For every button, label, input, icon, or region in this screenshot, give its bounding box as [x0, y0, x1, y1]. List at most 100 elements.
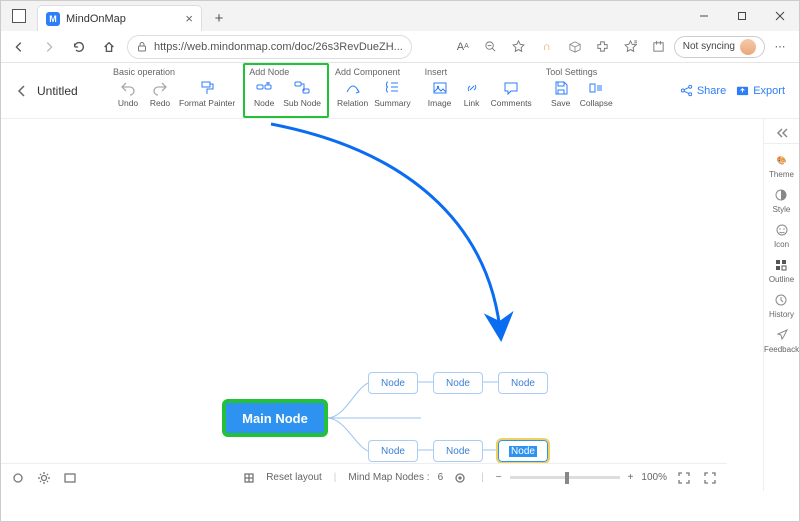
- nodes-count-label: Mind Map Nodes :: [348, 472, 429, 483]
- brightness-icon[interactable]: [35, 469, 53, 487]
- browser-titlebar: M MindOnMap × +: [1, 1, 799, 31]
- save-button[interactable]: Save: [546, 79, 576, 108]
- main-node[interactable]: Main Node: [223, 400, 327, 436]
- insert-image-button[interactable]: Image: [425, 79, 455, 108]
- panel-theme[interactable]: 🎨Theme: [769, 152, 794, 179]
- summary-button[interactable]: Summary: [372, 79, 412, 108]
- tab-active[interactable]: M MindOnMap ×: [37, 5, 202, 31]
- panel-feedback[interactable]: Feedback: [764, 327, 799, 354]
- collections-icon[interactable]: [646, 35, 672, 59]
- sub-node[interactable]: Node: [433, 440, 483, 462]
- relation-button[interactable]: Relation: [335, 79, 370, 108]
- group-label-insert: Insert: [425, 67, 534, 77]
- sub-node[interactable]: Node: [433, 372, 483, 394]
- sub-node[interactable]: Node: [368, 372, 418, 394]
- zoom-slider[interactable]: [510, 470, 620, 486]
- insert-link-button[interactable]: Link: [457, 79, 487, 108]
- theme-toggle-icon[interactable]: [9, 469, 27, 487]
- share-button[interactable]: Share: [680, 84, 726, 97]
- favicon-icon: M: [46, 12, 60, 26]
- maximize-button[interactable]: [723, 1, 761, 31]
- format-painter-button[interactable]: Format Painter: [177, 79, 237, 108]
- group-insert: Insert Image Link Comments: [419, 63, 540, 118]
- tab-title: MindOnMap: [66, 13, 179, 25]
- sub-node[interactable]: Node: [498, 372, 548, 394]
- reset-layout-icon[interactable]: [240, 469, 258, 487]
- workspace: Main Node Node Node Node Node Node Node …: [1, 119, 799, 491]
- tab-strip: M MindOnMap × +: [37, 1, 685, 31]
- sync-label: Not syncing: [683, 41, 735, 52]
- group-basic-operation: Basic operation Undo Redo Format Painter: [107, 63, 243, 118]
- sub-node[interactable]: Node: [368, 440, 418, 462]
- undo-button[interactable]: Undo: [113, 79, 143, 108]
- sub-node-selected[interactable]: Node: [498, 440, 548, 462]
- zoom-value: 100%: [641, 472, 667, 483]
- status-bar: Reset layout | Mind Map Nodes : 6 | − + …: [1, 463, 727, 491]
- window-controls: [685, 1, 799, 31]
- panel-outline[interactable]: Outline: [769, 257, 794, 284]
- fullscreen-icon[interactable]: [701, 469, 719, 487]
- close-window-button[interactable]: [761, 1, 799, 31]
- favorites-list-icon[interactable]: [618, 35, 644, 59]
- group-add-node: Add Node Node Sub Node: [243, 63, 329, 118]
- favorite-icon[interactable]: [506, 35, 532, 59]
- app-toolbar: Untitled Basic operation Undo Redo Forma…: [1, 63, 799, 119]
- refresh-button[interactable]: [67, 35, 91, 59]
- lock-icon: [136, 41, 148, 53]
- home-button[interactable]: [97, 35, 121, 59]
- center-icon[interactable]: [451, 469, 469, 487]
- url-text: https://web.mindonmap.com/doc/26s3RevDue…: [154, 41, 403, 53]
- app-back-button[interactable]: [7, 63, 37, 118]
- headphones-icon[interactable]: ∩: [534, 35, 560, 59]
- collapse-button[interactable]: Collapse: [578, 79, 615, 108]
- theme-icon: 🎨: [774, 152, 790, 168]
- fit-icon[interactable]: [675, 469, 693, 487]
- avatar-icon: [740, 39, 756, 55]
- smile-icon: [774, 222, 790, 238]
- document-title[interactable]: Untitled: [37, 63, 107, 118]
- right-panel: 🎨Theme Style Icon Outline History Feedba…: [763, 119, 799, 491]
- style-icon: [773, 187, 789, 203]
- browser-toolbar: https://web.mindonmap.com/doc/26s3RevDue…: [1, 31, 799, 63]
- new-tab-button[interactable]: +: [206, 5, 232, 31]
- zoom-plus[interactable]: +: [628, 472, 634, 483]
- group-label-add-node: Add Node: [249, 67, 323, 77]
- close-icon[interactable]: ×: [185, 11, 193, 26]
- panel-icon[interactable]: Icon: [774, 222, 790, 249]
- panel-style[interactable]: Style: [773, 187, 791, 214]
- feedback-icon: [774, 327, 790, 343]
- profile-sync-button[interactable]: Not syncing: [674, 36, 765, 58]
- zoom-out-icon[interactable]: [478, 35, 504, 59]
- back-button[interactable]: [7, 35, 31, 59]
- group-label-basic: Basic operation: [113, 67, 237, 77]
- redo-button[interactable]: Redo: [145, 79, 175, 108]
- outline-icon: [773, 257, 789, 273]
- insert-comments-button[interactable]: Comments: [489, 79, 534, 108]
- chevron-double-left-icon: [775, 127, 789, 139]
- address-bar[interactable]: https://web.mindonmap.com/doc/26s3RevDue…: [127, 35, 412, 59]
- zoom-minus[interactable]: −: [496, 472, 502, 483]
- forward-button[interactable]: [37, 35, 61, 59]
- text-size-icon[interactable]: AA: [450, 35, 476, 59]
- nodes-count-value: 6: [438, 472, 444, 483]
- add-node-button[interactable]: Node: [249, 79, 279, 108]
- cube-icon[interactable]: [562, 35, 588, 59]
- menu-button[interactable]: ⋯: [767, 35, 793, 59]
- group-add-component: Add Component Relation Summary: [329, 63, 419, 118]
- map-icon[interactable]: [61, 469, 79, 487]
- minimize-button[interactable]: [685, 1, 723, 31]
- reset-layout-label[interactable]: Reset layout: [266, 472, 322, 483]
- share-icon: [680, 84, 693, 97]
- add-sub-node-button[interactable]: Sub Node: [281, 79, 323, 108]
- group-label-tool: Tool Settings: [546, 67, 615, 77]
- group-tool-settings: Tool Settings Save Collapse: [540, 63, 621, 118]
- extensions-icon[interactable]: [590, 35, 616, 59]
- export-button[interactable]: Export: [736, 84, 785, 97]
- tab-overview-button[interactable]: [1, 9, 37, 23]
- history-icon: [773, 292, 789, 308]
- panel-history[interactable]: History: [769, 292, 794, 319]
- canvas[interactable]: Main Node Node Node Node Node Node Node …: [1, 119, 763, 491]
- export-icon: [736, 84, 749, 97]
- panel-collapse-button[interactable]: [764, 123, 799, 144]
- group-label-add-component: Add Component: [335, 67, 413, 77]
